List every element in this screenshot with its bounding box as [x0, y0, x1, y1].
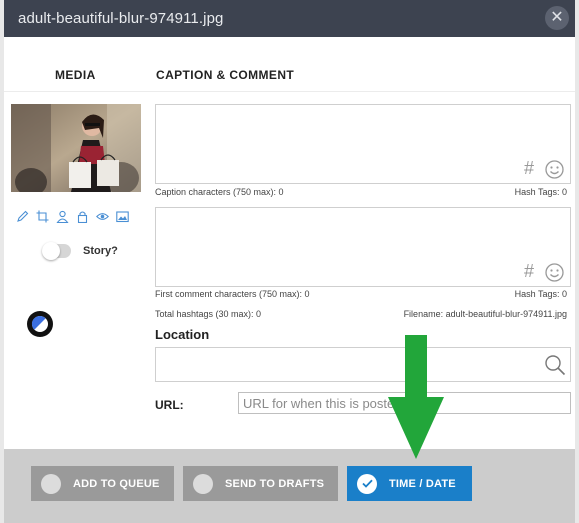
filename-label: Filename: adult-beautiful-blur-974911.jp… — [403, 309, 567, 319]
checkmark-icon — [357, 473, 377, 494]
caption-column-heading: CAPTION & COMMENT — [156, 68, 295, 82]
dialog-title: adult-beautiful-blur-974911.jpg — [18, 10, 224, 27]
crop-icon[interactable] — [36, 210, 49, 223]
hashtag-icon[interactable]: # — [524, 158, 534, 179]
time-date-button[interactable]: TIME / DATE — [347, 466, 472, 501]
first-comment-textarea[interactable]: # — [155, 207, 571, 287]
radio-icon — [41, 473, 61, 494]
send-to-drafts-label: SEND TO DRAFTS — [225, 477, 325, 490]
emoji-icon[interactable] — [545, 160, 564, 179]
comment-hashtag-count: Hash Tags: 0 — [514, 289, 567, 299]
dialog-titlebar: adult-beautiful-blur-974911.jpg ✕ — [4, 0, 575, 37]
user-tag-icon[interactable] — [56, 210, 69, 224]
search-icon[interactable] — [544, 354, 566, 376]
send-to-drafts-button[interactable]: SEND TO DRAFTS — [183, 466, 338, 501]
caption-hashtag-count: Hash Tags: 0 — [514, 187, 567, 197]
radio-icon — [193, 473, 213, 494]
pencil-icon[interactable] — [16, 210, 29, 223]
story-toggle-row: Story? — [42, 242, 118, 260]
close-icon[interactable]: ✕ — [545, 6, 569, 30]
media-column-heading: MEDIA — [55, 68, 96, 82]
url-label: URL: — [155, 398, 184, 412]
image-icon[interactable] — [116, 210, 129, 223]
filter-icon[interactable] — [27, 311, 53, 337]
caption-character-count: Caption characters (750 max): 0 — [155, 187, 284, 197]
hashtag-icon[interactable]: # — [524, 261, 534, 282]
media-toolbar — [16, 210, 129, 224]
heading-divider — [4, 91, 575, 92]
toggle-knob — [42, 242, 60, 260]
location-label: Location — [155, 327, 210, 342]
eye-icon[interactable] — [96, 210, 109, 223]
story-toggle[interactable] — [42, 242, 71, 260]
url-input[interactable] — [238, 392, 571, 414]
emoji-icon[interactable] — [545, 263, 564, 282]
action-footer: ADD TO QUEUE SEND TO DRAFTS TIME / DATE — [4, 449, 575, 523]
total-hashtags: Total hashtags (30 max): 0 — [155, 309, 262, 319]
photo-thumbnail[interactable] — [11, 104, 141, 192]
add-to-queue-label: ADD TO QUEUE — [73, 477, 160, 490]
post-editor-dialog: adult-beautiful-blur-974911.jpg ✕ MEDIA … — [0, 0, 579, 523]
lock-icon[interactable] — [76, 210, 89, 224]
comment-character-count: First comment characters (750 max): 0 — [155, 289, 310, 299]
story-label: Story? — [83, 245, 118, 257]
caption-textarea[interactable]: # — [155, 104, 571, 184]
add-to-queue-button[interactable]: ADD TO QUEUE — [31, 466, 174, 501]
time-date-label: TIME / DATE — [389, 477, 456, 490]
location-input[interactable] — [155, 347, 571, 382]
